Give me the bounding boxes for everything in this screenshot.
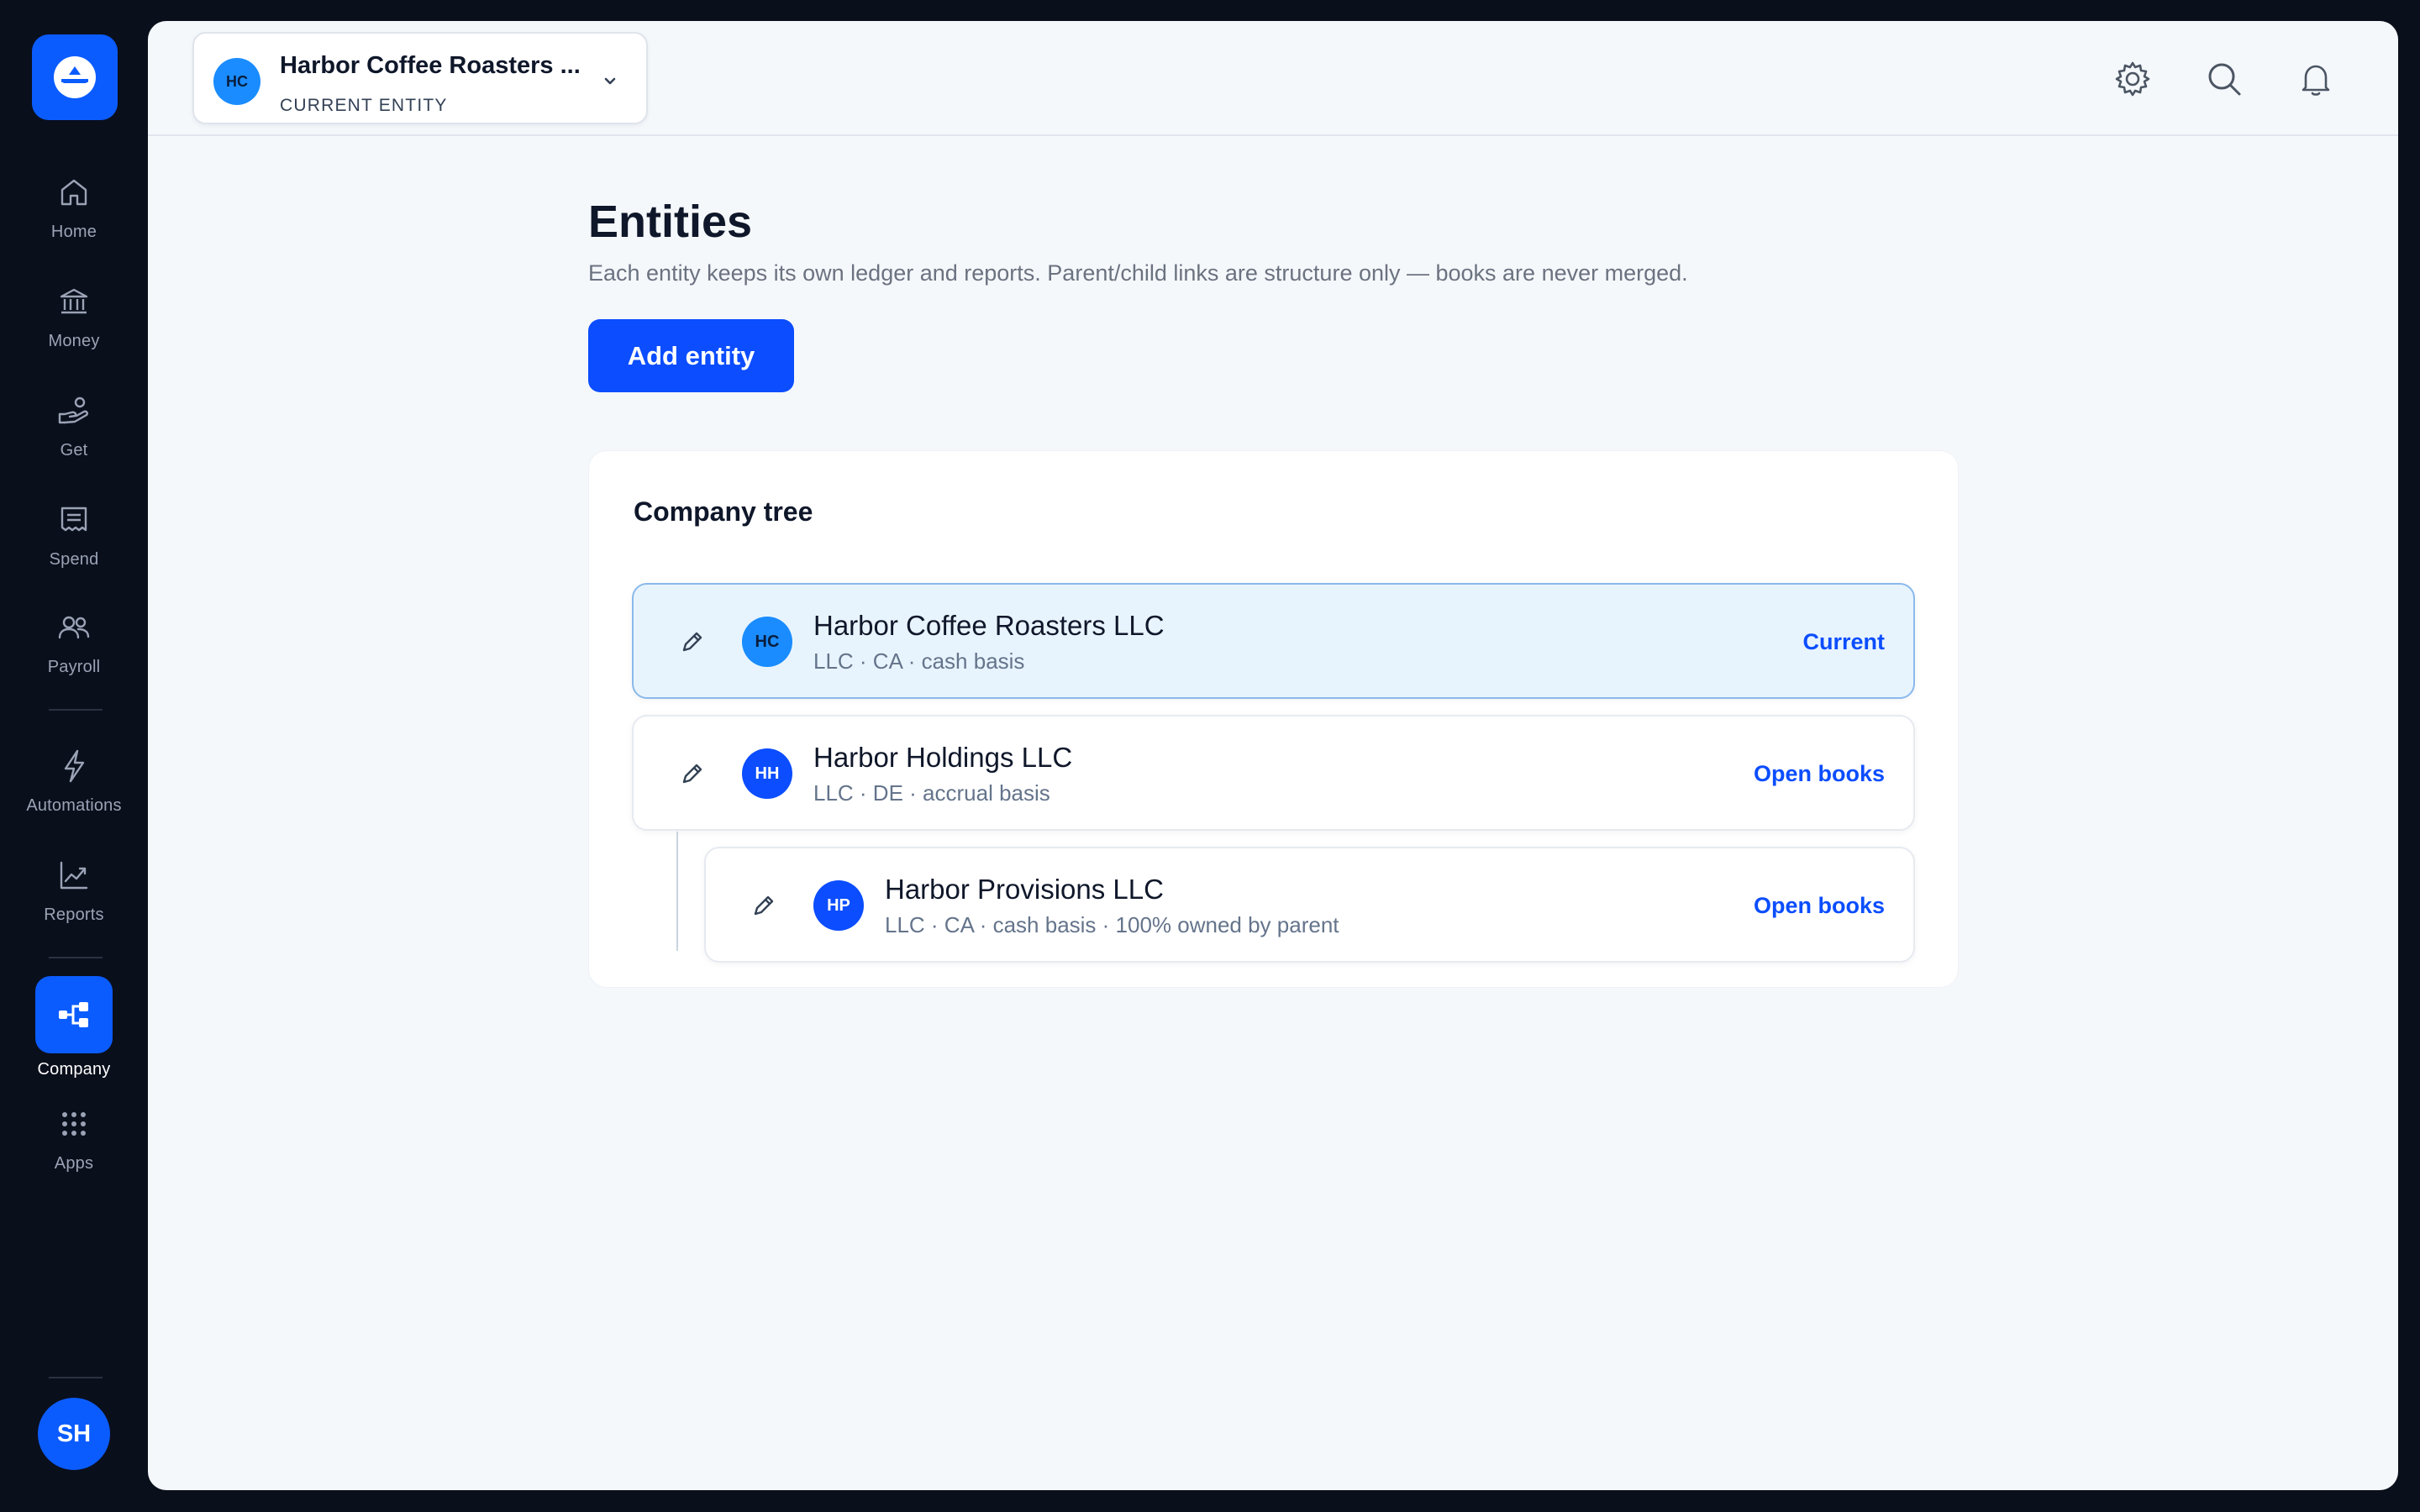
receipt-icon: [54, 500, 94, 540]
search-button[interactable]: [2202, 56, 2247, 102]
edit-entity-button[interactable]: [749, 890, 779, 921]
entity-name: Harbor Provisions LLC: [885, 874, 1164, 905]
sidebar-item-payroll[interactable]: Payroll: [0, 607, 148, 677]
search-icon: [2208, 63, 2241, 96]
entity-name: Harbor Coffee Roasters LLC: [813, 610, 1165, 641]
bell-icon: [2302, 65, 2330, 96]
entity-switcher[interactable]: HC Harbor Coffee Roasters ... CURRENT EN…: [192, 32, 648, 124]
entity-row-harbor-provisions[interactable]: HP Harbor Provisions LLC LLC · CA · cash…: [704, 847, 1915, 963]
entity-avatar: HC: [213, 58, 260, 105]
sidebar: Home Money Get Spend Payroll Automations: [0, 0, 148, 1512]
entity-row-harbor-holdings[interactable]: HH Harbor Holdings LLC LLC · DE · accrua…: [632, 715, 1915, 831]
people-icon: [54, 607, 94, 648]
sidebar-item-home[interactable]: Home: [0, 172, 148, 242]
entity-row-harbor-coffee-roasters[interactable]: HC Harbor Coffee Roasters LLC LLC · CA ·…: [632, 583, 1915, 699]
sidebar-item-spend[interactable]: Spend: [0, 500, 148, 570]
sidebar-item-label: Home: [50, 223, 97, 241]
edit-entity-button[interactable]: [677, 627, 708, 657]
sidebar-item-label: Company: [37, 1060, 111, 1079]
open-books-link[interactable]: Open books: [1754, 761, 1885, 787]
tree-connector-line: [676, 832, 678, 951]
chevron-down-icon: [604, 77, 616, 85]
hand-coin-icon: [54, 391, 94, 431]
sidebar-divider: [49, 1377, 103, 1378]
sidebar-item-reports[interactable]: Reports: [0, 855, 148, 925]
sidebar-item-label: Get: [60, 441, 88, 459]
edit-entity-button[interactable]: [677, 759, 708, 789]
trend-chart-icon: [54, 855, 94, 895]
logo-icon: [54, 56, 96, 98]
org-tree-icon: [59, 1002, 88, 1027]
sidebar-item-get[interactable]: Get: [0, 391, 148, 460]
sidebar-item-label: Spend: [49, 550, 99, 569]
sidebar-item-label: Money: [48, 332, 100, 350]
entity-meta: LLC · CA · cash basis: [813, 648, 1025, 674]
company-tree-title: Company tree: [634, 496, 813, 527]
home-icon: [54, 172, 94, 213]
current-entity-name: Harbor Coffee Roasters ...: [280, 52, 581, 79]
entity-avatar: HP: [813, 880, 864, 931]
sidebar-item-label: Automations: [26, 796, 122, 815]
entity-name: Harbor Holdings LLC: [813, 742, 1073, 773]
user-avatar[interactable]: SH: [38, 1398, 110, 1470]
settings-button[interactable]: [2110, 56, 2155, 102]
active-indicator: [35, 976, 113, 1053]
app-logo[interactable]: [32, 34, 118, 120]
page-subtitle: Each entity keeps its own ledger and rep…: [588, 260, 1688, 286]
main-panel: HC Harbor Coffee Roasters ... CURRENT EN…: [148, 21, 2398, 1490]
sidebar-item-automations[interactable]: Automations: [0, 746, 148, 816]
sidebar-item-money[interactable]: Money: [0, 281, 148, 351]
page-title: Entities: [588, 197, 753, 247]
pencil-icon: [682, 764, 702, 784]
pencil-icon: [682, 632, 702, 652]
entity-avatar: HC: [742, 617, 792, 667]
sidebar-item-label: Payroll: [47, 658, 101, 676]
entity-meta: LLC · CA · cash basis · 100% owned by pa…: [885, 912, 1339, 937]
current-badge: Current: [1802, 629, 1885, 654]
topbar: HC Harbor Coffee Roasters ... CURRENT EN…: [148, 21, 2398, 136]
entity-avatar: HH: [742, 748, 792, 799]
entity-meta: LLC · DE · accrual basis: [813, 780, 1050, 806]
current-entity-label: CURRENT ENTITY: [280, 96, 448, 115]
gear-icon: [2115, 61, 2150, 97]
sidebar-divider: [49, 709, 103, 711]
sidebar-divider: [49, 957, 103, 958]
sidebar-item-company[interactable]: Company: [0, 976, 148, 1079]
pencil-icon: [754, 895, 774, 916]
sidebar-item-label: Apps: [54, 1154, 94, 1173]
lightning-icon: [54, 746, 94, 786]
open-books-link[interactable]: Open books: [1754, 893, 1885, 919]
company-tree-card: Company tree HC Harbor Coffee Roasters L…: [588, 450, 1959, 988]
sidebar-item-label: Reports: [44, 906, 104, 924]
bank-icon: [54, 281, 94, 322]
notifications-button[interactable]: [2293, 56, 2338, 102]
sidebar-item-apps[interactable]: Apps: [0, 1104, 148, 1173]
grid-dots-icon: [54, 1104, 94, 1144]
add-entity-button[interactable]: Add entity: [588, 319, 794, 392]
